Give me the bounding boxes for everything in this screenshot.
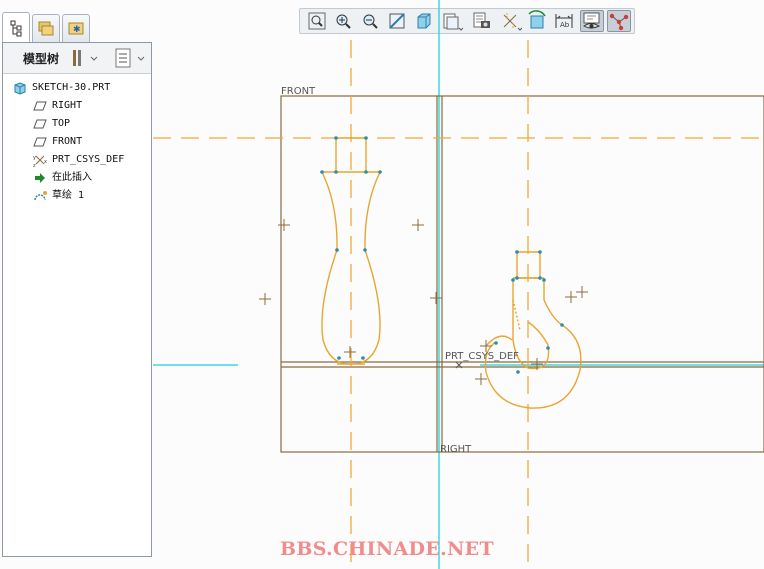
sketch-icon bbox=[34, 191, 47, 201]
settings-button[interactable] bbox=[69, 47, 99, 69]
csys-icon: y z x bbox=[33, 155, 47, 167]
svg-text:x: x bbox=[44, 159, 47, 165]
repaint-icon bbox=[389, 13, 405, 29]
view-manager-button[interactable] bbox=[470, 10, 494, 32]
tree-icon bbox=[10, 20, 22, 37]
model-tree-header: 模型树 bbox=[3, 43, 151, 74]
datum-display-button[interactable] bbox=[498, 10, 523, 32]
folder-browser-tab[interactable] bbox=[32, 14, 60, 42]
shading-icon bbox=[417, 13, 431, 29]
spin-center-icon bbox=[528, 10, 546, 29]
model-tree-panel: 模型树 SKETCH-30.PRT RIGHT TOP FRONT y z x … bbox=[2, 42, 152, 557]
front-plane[interactable] bbox=[280, 95, 764, 453]
model-tree-tab[interactable] bbox=[2, 12, 30, 42]
right-plane-label: RIGHT bbox=[440, 444, 472, 455]
shading-button[interactable] bbox=[412, 10, 436, 32]
tree-item-label: SKETCH-30.PRT bbox=[32, 82, 111, 93]
hook-tip bbox=[485, 335, 513, 347]
hook-construction bbox=[512, 299, 521, 331]
zoom-out-icon bbox=[363, 14, 378, 29]
sketch-view-icon bbox=[583, 12, 601, 29]
annotation-display-icon: Ab bbox=[555, 14, 573, 29]
svg-text:Ab: Ab bbox=[560, 21, 570, 29]
zoom-fit-icon bbox=[308, 12, 326, 30]
annotation-display-button[interactable]: Ab bbox=[552, 10, 576, 32]
view-manager-icon bbox=[473, 12, 490, 28]
favorites-tab[interactable]: ✱ bbox=[62, 14, 90, 42]
datum-plane-icon bbox=[33, 137, 47, 147]
tree-item-label: 在此插入 bbox=[52, 172, 92, 183]
tools-icon bbox=[73, 50, 98, 66]
hook-outer-curve bbox=[484, 278, 582, 409]
zoom-out-button[interactable] bbox=[358, 10, 382, 32]
svg-text:z: z bbox=[33, 163, 36, 167]
svg-text:y: y bbox=[33, 155, 36, 161]
zoom-in-button[interactable] bbox=[331, 10, 355, 32]
hook-sketch[interactable] bbox=[484, 251, 582, 409]
zoom-in-icon bbox=[336, 14, 351, 29]
centerlines bbox=[153, 40, 764, 569]
list-icon bbox=[115, 48, 145, 68]
datum-plane-icon bbox=[33, 119, 47, 129]
sketch-constraints-icon bbox=[609, 13, 629, 31]
sketch-view-button[interactable] bbox=[580, 10, 604, 32]
view-toolbar: Ab bbox=[299, 8, 635, 34]
saved-views-button[interactable] bbox=[439, 10, 464, 32]
zoom-fit-button[interactable] bbox=[305, 10, 329, 32]
front-plane-label: FRONT bbox=[281, 86, 316, 97]
tree-item-label: PRT_CSYS_DEF bbox=[52, 154, 125, 165]
csys-label: PRT_CSYS_DEF bbox=[445, 351, 519, 362]
part-icon bbox=[14, 82, 26, 95]
tree-item-label: TOP bbox=[52, 118, 71, 129]
star-folder-icon: ✱ bbox=[68, 22, 84, 35]
navigator-tabs: ✱ bbox=[0, 10, 152, 42]
datum-planes[interactable] bbox=[280, 95, 764, 453]
sketch-points bbox=[259, 219, 588, 385]
saved-views-icon bbox=[443, 13, 464, 31]
watermark: BBS.CHINADE.NET bbox=[280, 538, 494, 560]
datum-plane-icon bbox=[33, 101, 47, 111]
panel-title: 模型树 bbox=[23, 52, 60, 66]
insert-arrow-icon bbox=[35, 173, 45, 183]
datum-display-icon bbox=[503, 13, 523, 31]
svg-text:✱: ✱ bbox=[73, 25, 81, 35]
tree-item-label: FRONT bbox=[52, 136, 83, 147]
tree-item-label: 草绘 1 bbox=[52, 190, 85, 201]
show-button[interactable] bbox=[113, 47, 145, 69]
sketch-constraints-button[interactable] bbox=[607, 10, 631, 32]
spin-center-button[interactable] bbox=[525, 10, 549, 32]
folders-icon bbox=[38, 21, 54, 36]
tree-item-label: RIGHT bbox=[52, 100, 83, 111]
coordinate-axes bbox=[153, 0, 764, 569]
repaint-button[interactable] bbox=[385, 10, 409, 32]
